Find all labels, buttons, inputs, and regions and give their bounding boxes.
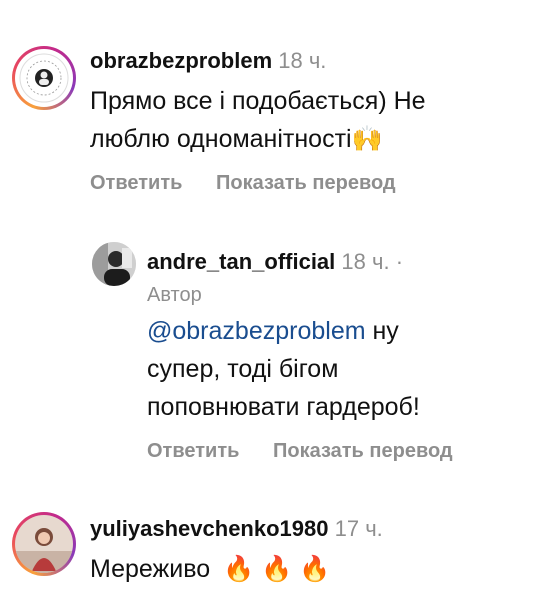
comment-username[interactable]: yuliyashevchenko1980 17 ч.	[90, 516, 383, 542]
separator-dot: ·	[395, 249, 404, 274]
comment-text: Прямо все і подобається) Не люблю однома…	[90, 87, 426, 153]
comment-time: 18 ч.	[341, 249, 390, 274]
comment-username[interactable]: andre_tan_official 18 ч. ·	[147, 249, 403, 275]
reply-button[interactable]: Ответить	[147, 440, 239, 462]
profile-photo-icon	[92, 242, 136, 286]
brand-logo-icon	[19, 53, 69, 103]
comment-time: 17 ч.	[334, 516, 383, 541]
author-badge: Автор	[147, 284, 202, 306]
profile-photo-icon	[15, 515, 73, 573]
mention-link[interactable]: @obrazbezproblem	[147, 317, 366, 345]
avatar-obrazbezproblem[interactable]	[12, 46, 76, 110]
avatar-photo	[15, 515, 73, 573]
avatar-andre-tan-official[interactable]	[92, 242, 136, 286]
comment-actions: Ответить Показать перевод	[147, 440, 481, 463]
comment-text: Мереживо 🔥 🔥 🔥	[90, 555, 331, 583]
translate-button[interactable]: Показать перевод	[216, 172, 396, 194]
raised-hands-emoji: 🙌	[351, 125, 383, 153]
comment-text: @obrazbezproblem ну супер, тоді бігом по…	[147, 317, 420, 421]
comment-time: 18 ч.	[278, 48, 327, 73]
reply-button[interactable]: Ответить	[90, 172, 182, 194]
avatar-inner	[15, 49, 73, 107]
translate-button[interactable]: Показать перевод	[273, 440, 453, 462]
fire-emoji: 🔥 🔥 🔥	[223, 555, 331, 583]
comment-actions: Ответить Показать перевод	[90, 172, 424, 195]
comment-username[interactable]: obrazbezproblem 18 ч.	[90, 48, 326, 74]
avatar-yuliyashevchenko1980[interactable]	[12, 512, 76, 576]
